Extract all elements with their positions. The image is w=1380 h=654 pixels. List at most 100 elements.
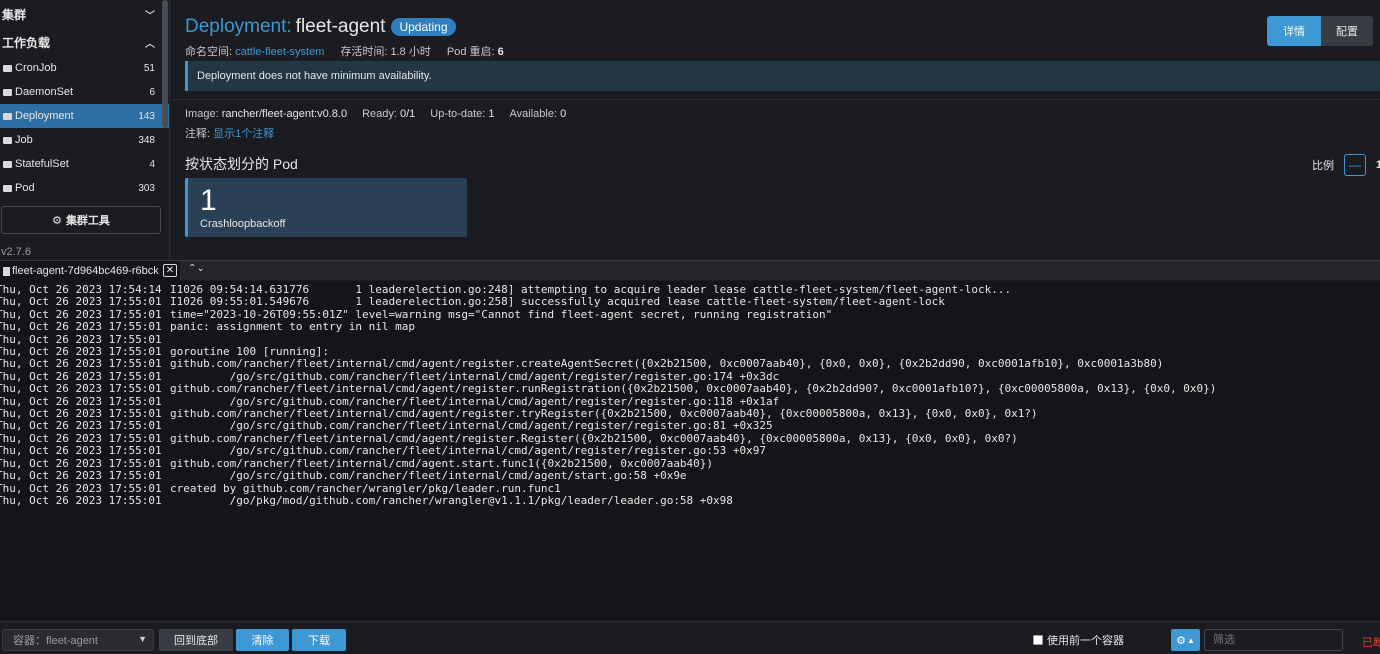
close-icon[interactable]: ✕ — [163, 264, 177, 277]
folder-icon — [3, 136, 12, 144]
folder-icon — [3, 184, 12, 192]
scroll-to-bottom-button[interactable]: 回到底部 — [159, 629, 233, 651]
log-footer: 容器：fleet-agent ▼ 回到底部 清除 下载 使用前一个容器 ⚙▲ 已… — [0, 621, 1380, 654]
clear-button[interactable]: 清除 — [236, 629, 289, 651]
cluster-tools-button[interactable]: ⚙ 集群工具 — [1, 206, 161, 234]
log-message: github.com/rancher/fleet/internal/cmd/ag… — [170, 431, 1018, 445]
log-tab[interactable]: fleet-agent-7d964bc469-r6bck ✕ — [0, 261, 180, 281]
status-badge: Updating — [391, 18, 456, 36]
previous-container-label: 使用前一个容器 — [1047, 635, 1124, 647]
annotations-row: 注释: 显示1个注释 — [185, 125, 274, 141]
scale-value: 1 — [1376, 159, 1380, 171]
view-toggle: 详情 配置 — [1267, 16, 1373, 46]
log-message: /go/src/github.com/rancher/fleet/interna… — [170, 444, 767, 458]
sidebar-item-pod[interactable]: Pod 303 — [0, 176, 169, 200]
main-content: Deployment: fleet-agent Updating 命名空间: c… — [171, 0, 1380, 260]
sidebar-group-label: 工作负载 — [2, 35, 51, 50]
log-message: /go/src/github.com/rancher/fleet/interna… — [170, 369, 780, 383]
chevron-up-icon: ▲ — [1186, 635, 1195, 645]
ready-label: Ready: — [362, 108, 397, 120]
log-timestamp: Thu, Oct 26 2023 17:55:01 — [0, 419, 162, 433]
annotations-label: 注释: — [185, 128, 211, 140]
folder-icon — [3, 64, 12, 72]
sidebar-group-workloads[interactable]: 工作负载 ︿ — [0, 28, 169, 56]
log-message: created by github.com/rancher/wrangler/p… — [170, 481, 561, 495]
log-output[interactable]: Thu, Oct 26 2023 17:54:14 I1026 09:54:14.… — [0, 281, 1380, 621]
sidebar-group-label: 集群 — [2, 7, 27, 22]
sidebar-item-daemonset[interactable]: DaemonSet 6 — [0, 80, 169, 104]
detail-button[interactable]: 详情 — [1267, 16, 1321, 46]
gear-icon: ⚙ — [1176, 634, 1186, 647]
log-message: /go/src/github.com/rancher/fleet/interna… — [170, 394, 780, 408]
chevron-down-icon: ▼ — [138, 634, 147, 644]
log-tabbar: fleet-agent-7d964bc469-r6bck ✕ ⌃⌄ — [0, 260, 1380, 281]
sidebar-item-label: Job — [15, 134, 33, 146]
config-button[interactable]: 配置 — [1321, 16, 1373, 46]
cluster-tools-label: 集群工具 — [65, 215, 110, 227]
log-timestamp: Thu, Oct 26 2023 17:55:01 — [0, 357, 162, 371]
log-line: Thu, Oct 26 2023 17:55:01 panic: assignme… — [0, 320, 1380, 334]
chevron-up-icon: ︿ — [145, 38, 155, 50]
sidebar: 集群 ﹀ 工作负载 ︿ CronJob 51 DaemonSet 6 Deplo… — [0, 0, 170, 260]
checkbox[interactable] — [1033, 635, 1043, 645]
resource-kind: Deployment: — [185, 16, 292, 37]
resource-meta: 命名空间: cattle-fleet-system 存活时间: 1.8 小时 P… — [185, 43, 504, 59]
available-value: 0 — [560, 108, 567, 120]
log-message: github.com/rancher/fleet/internal/cmd/ag… — [170, 407, 1038, 421]
expand-icon[interactable]: ⌃⌄ — [188, 263, 205, 274]
namespace-label: 命名空间: — [185, 46, 233, 58]
log-message: github.com/rancher/fleet/internal/cmd/ag… — [170, 456, 714, 470]
container-select[interactable]: 容器：fleet-agent ▼ — [2, 629, 154, 651]
image-label: Image: — [185, 108, 219, 120]
sidebar-item-label: DaemonSet — [15, 86, 74, 98]
pod-state-count: 1 — [200, 184, 217, 217]
available-label: Available: — [509, 108, 558, 120]
container-select-value: 容器：fleet-agent — [13, 635, 98, 647]
log-timestamp: Thu, Oct 26 2023 17:55:01 — [0, 469, 162, 483]
version-label: v2.7.6 — [1, 246, 31, 258]
sidebar-item-count: 348 — [138, 134, 155, 146]
log-message: github.com/rancher/fleet/internal/cmd/ag… — [170, 357, 1164, 371]
sidebar-item-label: Pod — [15, 182, 35, 194]
namespace-link[interactable]: cattle-fleet-system — [235, 46, 324, 58]
filter-input[interactable] — [1204, 629, 1343, 651]
deployment-stats: Image: rancher/fleet-agent:v0.8.0 Ready:… — [185, 108, 566, 120]
sidebar-item-job[interactable]: Job 348 — [0, 128, 169, 152]
ready-value: 0/1 — [399, 108, 416, 120]
sidebar-item-deployment[interactable]: Deployment 143 — [0, 104, 169, 128]
divider — [171, 99, 1380, 100]
sidebar-scrollbar[interactable] — [162, 0, 168, 128]
log-message: I1026 09:54:14.631776 1 leaderelection.g… — [170, 283, 1012, 296]
log-message: /go/src/github.com/rancher/fleet/interna… — [170, 419, 773, 433]
connection-status: 已断开 — [1362, 637, 1380, 649]
log-timestamp: Thu, Oct 26 2023 17:55:01 — [0, 493, 162, 507]
image-value: rancher/fleet-agent:v0.8.0 — [221, 108, 348, 120]
sidebar-item-count: 6 — [149, 86, 155, 98]
uptodate-value: 1 — [488, 108, 495, 120]
settings-button[interactable]: ⚙ ▲ — [1171, 629, 1200, 651]
scale-label: 比例 — [1312, 160, 1334, 172]
scale-down-button[interactable]: — — [1344, 154, 1366, 176]
uptodate-label: Up-to-date: — [430, 108, 486, 120]
log-line: Thu, Oct 26 2023 17:55:01 /go/pkg/mod/gi… — [0, 493, 1380, 507]
log-timestamp: Thu, Oct 26 2023 17:55:01 — [0, 295, 162, 309]
file-icon — [3, 266, 10, 276]
download-button[interactable]: 下载 — [292, 629, 346, 651]
folder-icon — [3, 88, 12, 96]
scale-control: 比例 — 1 — [1312, 154, 1380, 176]
log-tab-title: fleet-agent-7d964bc469-r6bck — [12, 265, 159, 277]
pod-state-label: Crashloopbackoff — [200, 218, 286, 230]
sidebar-group-cluster[interactable]: 集群 ﹀ — [0, 0, 169, 28]
previous-container-toggle[interactable]: 使用前一个容器 — [1033, 632, 1124, 648]
pod-state-card[interactable]: 1 Crashloopbackoff — [185, 178, 467, 237]
show-annotations-link[interactable]: 显示1个注释 — [213, 128, 274, 140]
sidebar-item-cronjob[interactable]: CronJob 51 — [0, 56, 169, 80]
sidebar-item-label: Deployment — [15, 110, 74, 122]
log-timestamp: Thu, Oct 26 2023 17:55:01 — [0, 444, 162, 458]
folder-icon — [3, 112, 12, 120]
sidebar-item-count: 143 — [138, 110, 155, 122]
sidebar-item-statefulset[interactable]: StatefulSet 4 — [0, 152, 169, 176]
log-message: panic: assignment to entry in nil map — [170, 320, 416, 334]
log-message: /go/src/github.com/rancher/fleet/interna… — [170, 469, 687, 483]
age-label: 存活时间: — [340, 46, 388, 58]
